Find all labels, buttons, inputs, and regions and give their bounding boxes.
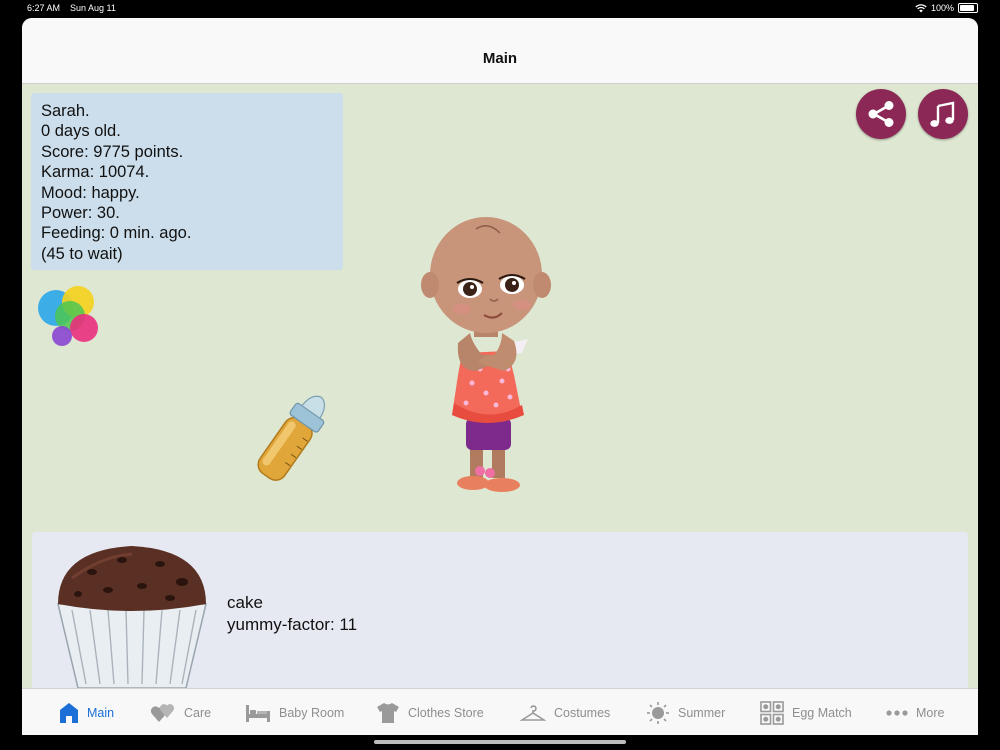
tab-clothes-store[interactable]: Clothes Store	[376, 689, 484, 735]
grid-icon	[760, 700, 784, 725]
music-note-icon	[930, 101, 955, 127]
tab-label: Main	[87, 705, 115, 720]
food-name: cake	[227, 593, 263, 612]
bed-icon	[246, 704, 270, 722]
baby-stats-panel: Sarah. 0 days old. Score: 9775 points. K…	[31, 93, 343, 270]
food-yummy-factor: yummy-factor: 11	[227, 615, 358, 634]
share-button[interactable]	[856, 89, 906, 139]
tab-egg-match[interactable]: Egg Match	[760, 689, 852, 735]
share-icon	[868, 101, 894, 127]
page-title: Main	[482, 50, 518, 67]
baby-bottle-icon[interactable]	[242, 384, 342, 494]
status-bar: 6:27 AM Sun Aug 11 100%	[0, 0, 1000, 16]
tab-main[interactable]: Main	[59, 689, 114, 735]
tab-summer[interactable]: Summer	[646, 689, 725, 735]
tab-care[interactable]: Care	[150, 689, 211, 735]
cake-image[interactable]	[52, 538, 212, 690]
tab-label: Clothes Store	[408, 705, 484, 720]
baby-name: Sarah.	[41, 102, 90, 120]
tab-more[interactable]: More	[886, 689, 944, 735]
music-button[interactable]	[918, 89, 968, 139]
hanger-icon	[520, 704, 546, 721]
tab-label: Baby Room	[279, 705, 345, 720]
status-time: 6:27 AM	[27, 3, 61, 13]
karma-text: Karma: 10074.	[41, 163, 150, 182]
hearts-icon	[150, 703, 175, 722]
score-text: Score: 9775 points.	[41, 142, 184, 161]
baby-character[interactable]	[410, 193, 560, 498]
more-dots-icon	[886, 709, 908, 716]
wifi-icon	[915, 3, 927, 12]
game-center-icon[interactable]	[34, 282, 104, 352]
status-date: Sun Aug 11	[70, 3, 116, 13]
home-indicator[interactable]	[374, 740, 626, 744]
tab-costumes[interactable]: Costumes	[520, 689, 610, 735]
tab-label: Egg Match	[792, 705, 852, 720]
power-text: Power: 30.	[41, 204, 120, 223]
house-icon	[60, 702, 78, 723]
app-window: Main Sarah. 0 days old. Score: 9775 poin…	[22, 18, 978, 735]
battery-icon	[958, 3, 978, 13]
navigation-bar: Main	[22, 18, 978, 84]
tab-label: Summer	[678, 705, 726, 720]
tab-label: Care	[184, 705, 212, 720]
mood-text: Mood: happy.	[41, 183, 140, 202]
wait-text: (45 to wait)	[41, 244, 123, 263]
tab-label: More	[916, 705, 945, 720]
shirt-icon	[377, 702, 399, 723]
tab-baby-room[interactable]: Baby Room	[245, 689, 344, 735]
tab-bar: Main Care Baby Room Clothes Store Costum…	[22, 688, 978, 735]
baby-age: 0 days old.	[41, 122, 121, 141]
battery-percent: 100%	[930, 3, 954, 13]
food-panel: cake yummy-factor: 11	[32, 532, 968, 690]
tab-label: Costumes	[554, 705, 611, 720]
feeding-text: Feeding: 0 min. ago.	[41, 224, 192, 243]
status-indicators: 100%	[915, 3, 978, 13]
sun-icon	[647, 701, 669, 724]
